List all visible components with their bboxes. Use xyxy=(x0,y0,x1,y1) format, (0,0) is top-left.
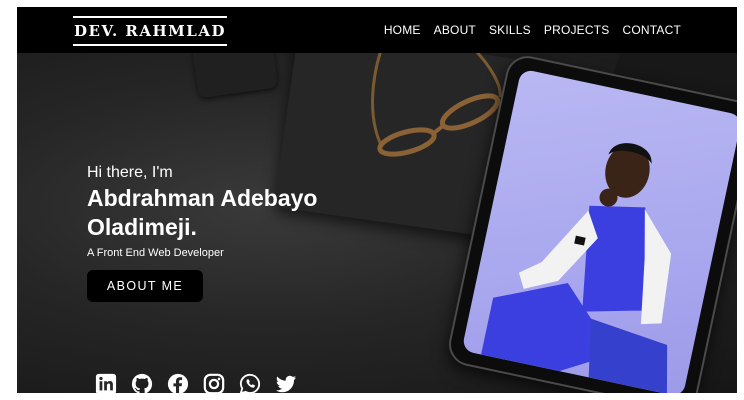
whatsapp-icon[interactable] xyxy=(239,373,261,393)
decor-glasses xyxy=(371,47,502,157)
social-links xyxy=(95,373,297,393)
about-me-button[interactable]: ABOUT ME xyxy=(87,270,203,302)
github-icon[interactable] xyxy=(131,373,153,393)
main-nav: HOME ABOUT SKILLS PROJECTS CONTACT xyxy=(384,7,681,53)
nav-home[interactable]: HOME xyxy=(384,23,421,37)
twitter-icon[interactable] xyxy=(275,373,297,393)
hero-name: Abdrahman Adebayo Oladimeji. xyxy=(87,184,417,242)
nav-about[interactable]: ABOUT xyxy=(434,23,476,37)
linkedin-icon[interactable] xyxy=(95,373,117,393)
facebook-icon[interactable] xyxy=(167,373,189,393)
nav-contact[interactable]: CONTACT xyxy=(622,23,681,37)
site-logo[interactable]: DEV. RAHMLAD xyxy=(73,16,227,46)
page-frame: DEV. RAHMLAD HOME ABOUT SKILLS PROJECTS … xyxy=(17,7,737,393)
hero-name-line2: Oladimeji. xyxy=(87,214,197,240)
hero-name-line1: Abdrahman Adebayo xyxy=(87,185,318,211)
instagram-icon[interactable] xyxy=(203,373,225,393)
navbar: DEV. RAHMLAD HOME ABOUT SKILLS PROJECTS … xyxy=(17,7,737,53)
portrait-illustration xyxy=(481,143,672,393)
nav-skills[interactable]: SKILLS xyxy=(489,23,531,37)
hero-section: Hi there, I'm Abdrahman Adebayo Oladimej… xyxy=(17,17,737,393)
nav-projects[interactable]: PROJECTS xyxy=(544,23,610,37)
hero-role: A Front End Web Developer xyxy=(87,247,224,259)
hero-greeting: Hi there, I'm xyxy=(87,164,173,181)
profile-photo xyxy=(461,68,737,393)
